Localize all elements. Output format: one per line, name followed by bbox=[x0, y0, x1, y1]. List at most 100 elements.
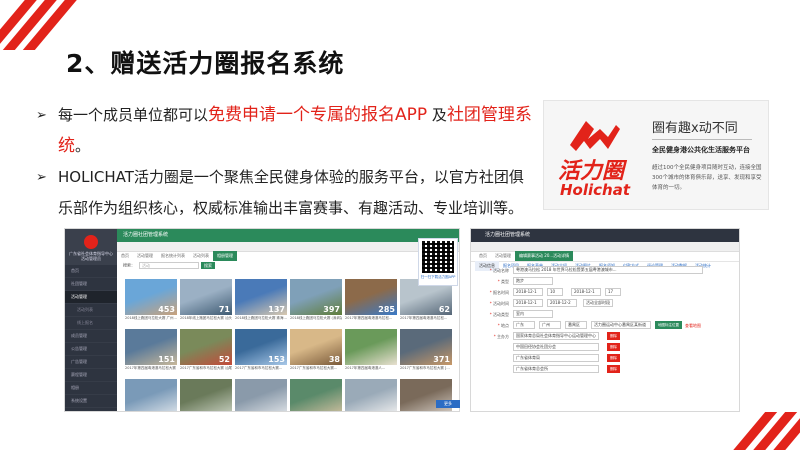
admin-sidebar: 广东省社会体育指导中心 活动管理员 首页 社团管理 活动管理 活动列表 线上报名 成员管理… bbox=[65, 229, 117, 411]
sidebar-item[interactable]: 公告管理 bbox=[65, 343, 117, 356]
brand-name-en: Holichat bbox=[560, 181, 631, 199]
host-field[interactable]: 中国田径协会社团分会 bbox=[513, 343, 599, 351]
search-label: 搜索： bbox=[123, 262, 135, 268]
photo-album-card[interactable]: 153 2017广东省和市马拉松大赛... bbox=[235, 329, 287, 373]
all-day-toggle[interactable]: 活动全部时段 bbox=[583, 299, 613, 307]
sidebar-item[interactable]: 广告管理 bbox=[65, 356, 117, 369]
album-caption: 2017年第四届粤港澳马拉松... bbox=[400, 316, 448, 320]
tab-item[interactable]: 首页 bbox=[117, 251, 133, 261]
photo-count: 453 bbox=[158, 305, 175, 314]
album-caption: 2017广东省和市马拉松大赛 汕尾... bbox=[180, 366, 232, 370]
photo-album-card[interactable]: 151 2017年第四届粤港澳马拉松大赛 [... bbox=[125, 329, 177, 373]
view-map-link[interactable]: 查看地图 bbox=[685, 321, 701, 330]
form-row-type: 类型 跑步 bbox=[479, 277, 731, 288]
bullet-2: ➢ HOLICHAT活力圈是一个聚焦全民健身体验的服务平台，以官方社团俱乐部作为… bbox=[36, 162, 536, 224]
delete-host-button[interactable]: 删除 bbox=[607, 343, 620, 351]
album-cover-image: 453 bbox=[125, 279, 177, 315]
holichat-logo-mark-icon bbox=[570, 121, 620, 151]
sidebar-item[interactable]: 社团管理 bbox=[65, 278, 117, 291]
sidebar-item[interactable]: 活动列表 bbox=[65, 304, 117, 317]
event-name-field[interactable]: 粤港澳马拉松 2018 年世界马拉松暨第五届粤港澳城市... bbox=[513, 266, 703, 274]
name-label: 活动名称 bbox=[479, 266, 509, 275]
photo-album-card[interactable]: 397 2018线上跑团马拉松大赛 (深圳站) bbox=[290, 279, 342, 323]
host-field[interactable]: 国家体育总局社会体育指导中心运动管理中心 bbox=[513, 332, 599, 340]
tab-item[interactable]: 相册管理 bbox=[213, 251, 237, 261]
holichat-logo-card: 活力圈 Holichat 圈有趣x动不同 全民健身港公共化生活服务平台 超过10… bbox=[543, 100, 769, 210]
locate-button[interactable]: 地图标注位置 bbox=[655, 321, 682, 329]
album-cover-image bbox=[290, 379, 342, 411]
photo-album-card[interactable] bbox=[290, 379, 342, 411]
photo-album-card[interactable]: 38 2017广东省和市马拉松大赛... bbox=[290, 329, 342, 373]
photo-album-card[interactable]: 52 2017广东省和市马拉松大赛 汕尾... bbox=[180, 329, 232, 373]
class-select[interactable]: 室内 bbox=[513, 310, 553, 318]
delete-host-button[interactable]: 删除 bbox=[607, 354, 620, 362]
bullet-arrow-icon: ➢ bbox=[36, 170, 47, 185]
bullet-1-suffix: 。 bbox=[75, 137, 91, 155]
event-end-date-field[interactable]: 2018-12-2 bbox=[547, 299, 577, 307]
brand-description: 超过100个全民健身项目随时互动，连接全国300个城市的体育俱乐部，送享、发现和… bbox=[652, 165, 762, 191]
signup-end-hour-field[interactable]: 17 bbox=[605, 288, 621, 296]
signup-end-date-field[interactable]: 2018-12-1 bbox=[571, 288, 601, 296]
sidebar-item[interactable]: 成员管理 bbox=[65, 330, 117, 343]
photo-album-card[interactable]: 453 2018线上跑团马拉松大赛 广州... bbox=[125, 279, 177, 323]
tab-item[interactable]: 活动列表 bbox=[189, 251, 213, 261]
search-input[interactable]: 活动 bbox=[139, 262, 199, 269]
sidebar-item[interactable]: 首页 bbox=[65, 265, 117, 278]
album-cover-image: 397 bbox=[290, 279, 342, 315]
photo-count: 397 bbox=[323, 305, 340, 314]
album-caption: 2017广东省和市马拉松大赛... bbox=[235, 366, 283, 370]
city-select[interactable]: 广州 bbox=[539, 321, 561, 329]
event-edit-form-screenshot: 活力圈社团管理系统 首页 活动管理 编辑赛事活动 20...活动详情 活动信息 报名项… bbox=[470, 228, 740, 412]
address-field[interactable]: 活力圈运动中心番禺区某街道 bbox=[591, 321, 651, 329]
photo-count: 151 bbox=[158, 355, 175, 364]
photo-count: 371 bbox=[433, 355, 450, 364]
host-field[interactable]: 广东省体育局 bbox=[513, 354, 599, 362]
sidebar-item[interactable]: 商城管理 bbox=[65, 408, 117, 411]
form-row-place: 地点 广东 广州 番禺区 活力圈运动中心番禺区某街道 地图标注位置 查看地图 bbox=[479, 321, 731, 332]
signup-start-date-field[interactable]: 2018-12-1 bbox=[513, 288, 543, 296]
event-time-label: 活动时间 bbox=[479, 299, 509, 308]
photo-album-card[interactable] bbox=[345, 379, 397, 411]
host-field[interactable]: 广东省体育总会所 bbox=[513, 365, 599, 373]
form-row-host: 广东省体育总会所 删除 bbox=[479, 365, 731, 376]
photo-count: 153 bbox=[268, 355, 285, 364]
admin-tabs: 首页 活动管理 编辑赛事活动 20...活动详情 bbox=[471, 242, 739, 261]
photo-album-card[interactable]: 371 2017广东省和市马拉松大赛 [... bbox=[400, 329, 452, 373]
sidebar-item[interactable]: 活动管理 bbox=[65, 291, 117, 304]
album-cover-image: 52 bbox=[180, 329, 232, 365]
sidebar-item[interactable]: 线上报名 bbox=[65, 317, 117, 330]
photo-album-card[interactable]: 71 2018年线上跑团马拉松大赛 汕头... bbox=[180, 279, 232, 323]
signup-start-hour-field[interactable]: 10 bbox=[547, 288, 563, 296]
province-select[interactable]: 广东 bbox=[513, 321, 535, 329]
delete-host-button[interactable]: 删除 bbox=[607, 365, 620, 373]
qr-caption: 扫一扫下载活力圈APP bbox=[420, 275, 456, 279]
photo-album-card[interactable]: 285 2017年第四届粤港澳马拉松... bbox=[345, 279, 397, 323]
album-cover-image bbox=[180, 379, 232, 411]
sidebar-item[interactable]: 赛程管理 bbox=[65, 369, 117, 382]
sidebar-item[interactable]: 系统设置 bbox=[65, 395, 117, 408]
type-label: 类型 bbox=[479, 277, 509, 286]
photo-count: 285 bbox=[378, 305, 395, 314]
event-start-date-field[interactable]: 2018-12-1 bbox=[513, 299, 543, 307]
photo-album-card[interactable]: 2017年第四届粤港澳人... bbox=[345, 329, 397, 373]
tab-item[interactable]: 报名统计列表 bbox=[157, 251, 189, 261]
photo-album-card[interactable]: 137 2018线上跑团马拉松大赛 珠海... bbox=[235, 279, 287, 323]
album-caption: 2018线上跑团马拉松大赛 广州... bbox=[125, 316, 177, 320]
delete-host-button[interactable]: 删除 bbox=[607, 332, 620, 340]
tab-item[interactable]: 活动管理 bbox=[133, 251, 157, 261]
search-button[interactable]: 搜索 bbox=[201, 262, 215, 269]
more-button[interactable]: 更多 bbox=[436, 400, 460, 408]
album-cover-image bbox=[125, 379, 177, 411]
corner-stripes-top-left bbox=[0, 0, 86, 50]
photo-album-card[interactable] bbox=[235, 379, 287, 411]
bullet-1: ➢ 每一个成员单位都可以免费申请一个专属的报名APP 及社团管理系统。 bbox=[36, 100, 536, 162]
type-select[interactable]: 跑步 bbox=[513, 277, 553, 285]
sidebar-item[interactable]: 相册 bbox=[65, 382, 117, 395]
photo-album-card[interactable] bbox=[180, 379, 232, 411]
photo-album-card[interactable] bbox=[125, 379, 177, 411]
album-cover-image: 151 bbox=[125, 329, 177, 365]
bullet-2-text: HOLICHAT活力圈是一个聚焦全民健身体验的服务平台，以官方社团俱乐部作为组织… bbox=[58, 168, 524, 217]
bullet-1-middle: 及 bbox=[427, 106, 447, 124]
qr-code-icon bbox=[422, 241, 454, 273]
district-select[interactable]: 番禺区 bbox=[565, 321, 587, 329]
